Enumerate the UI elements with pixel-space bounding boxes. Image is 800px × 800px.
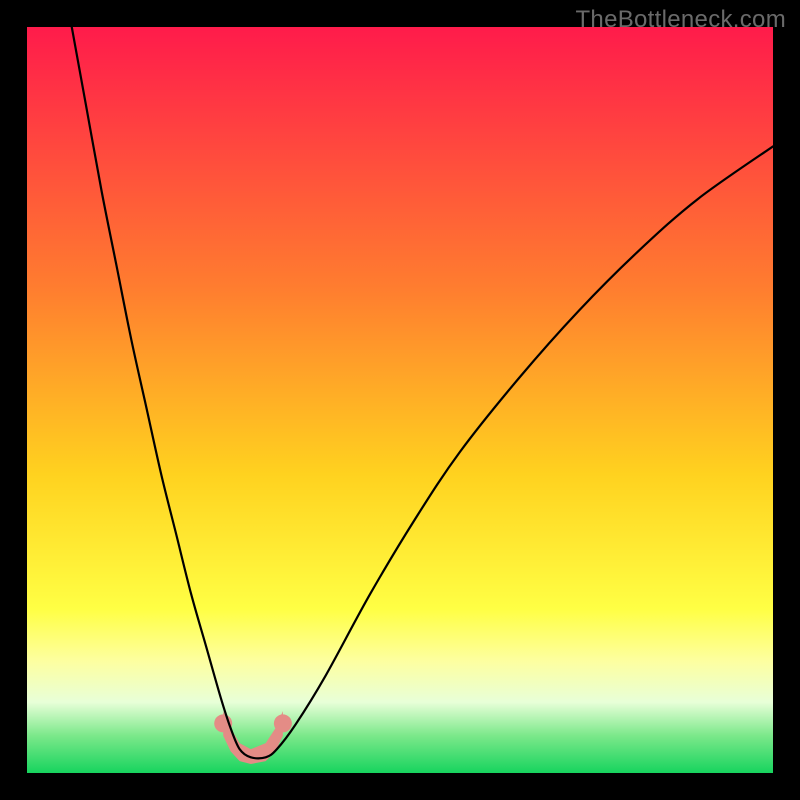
chart-svg	[27, 27, 773, 773]
chart-stage: TheBottleneck.com	[0, 0, 800, 800]
gradient-background	[27, 27, 773, 773]
plot-area	[27, 27, 773, 773]
